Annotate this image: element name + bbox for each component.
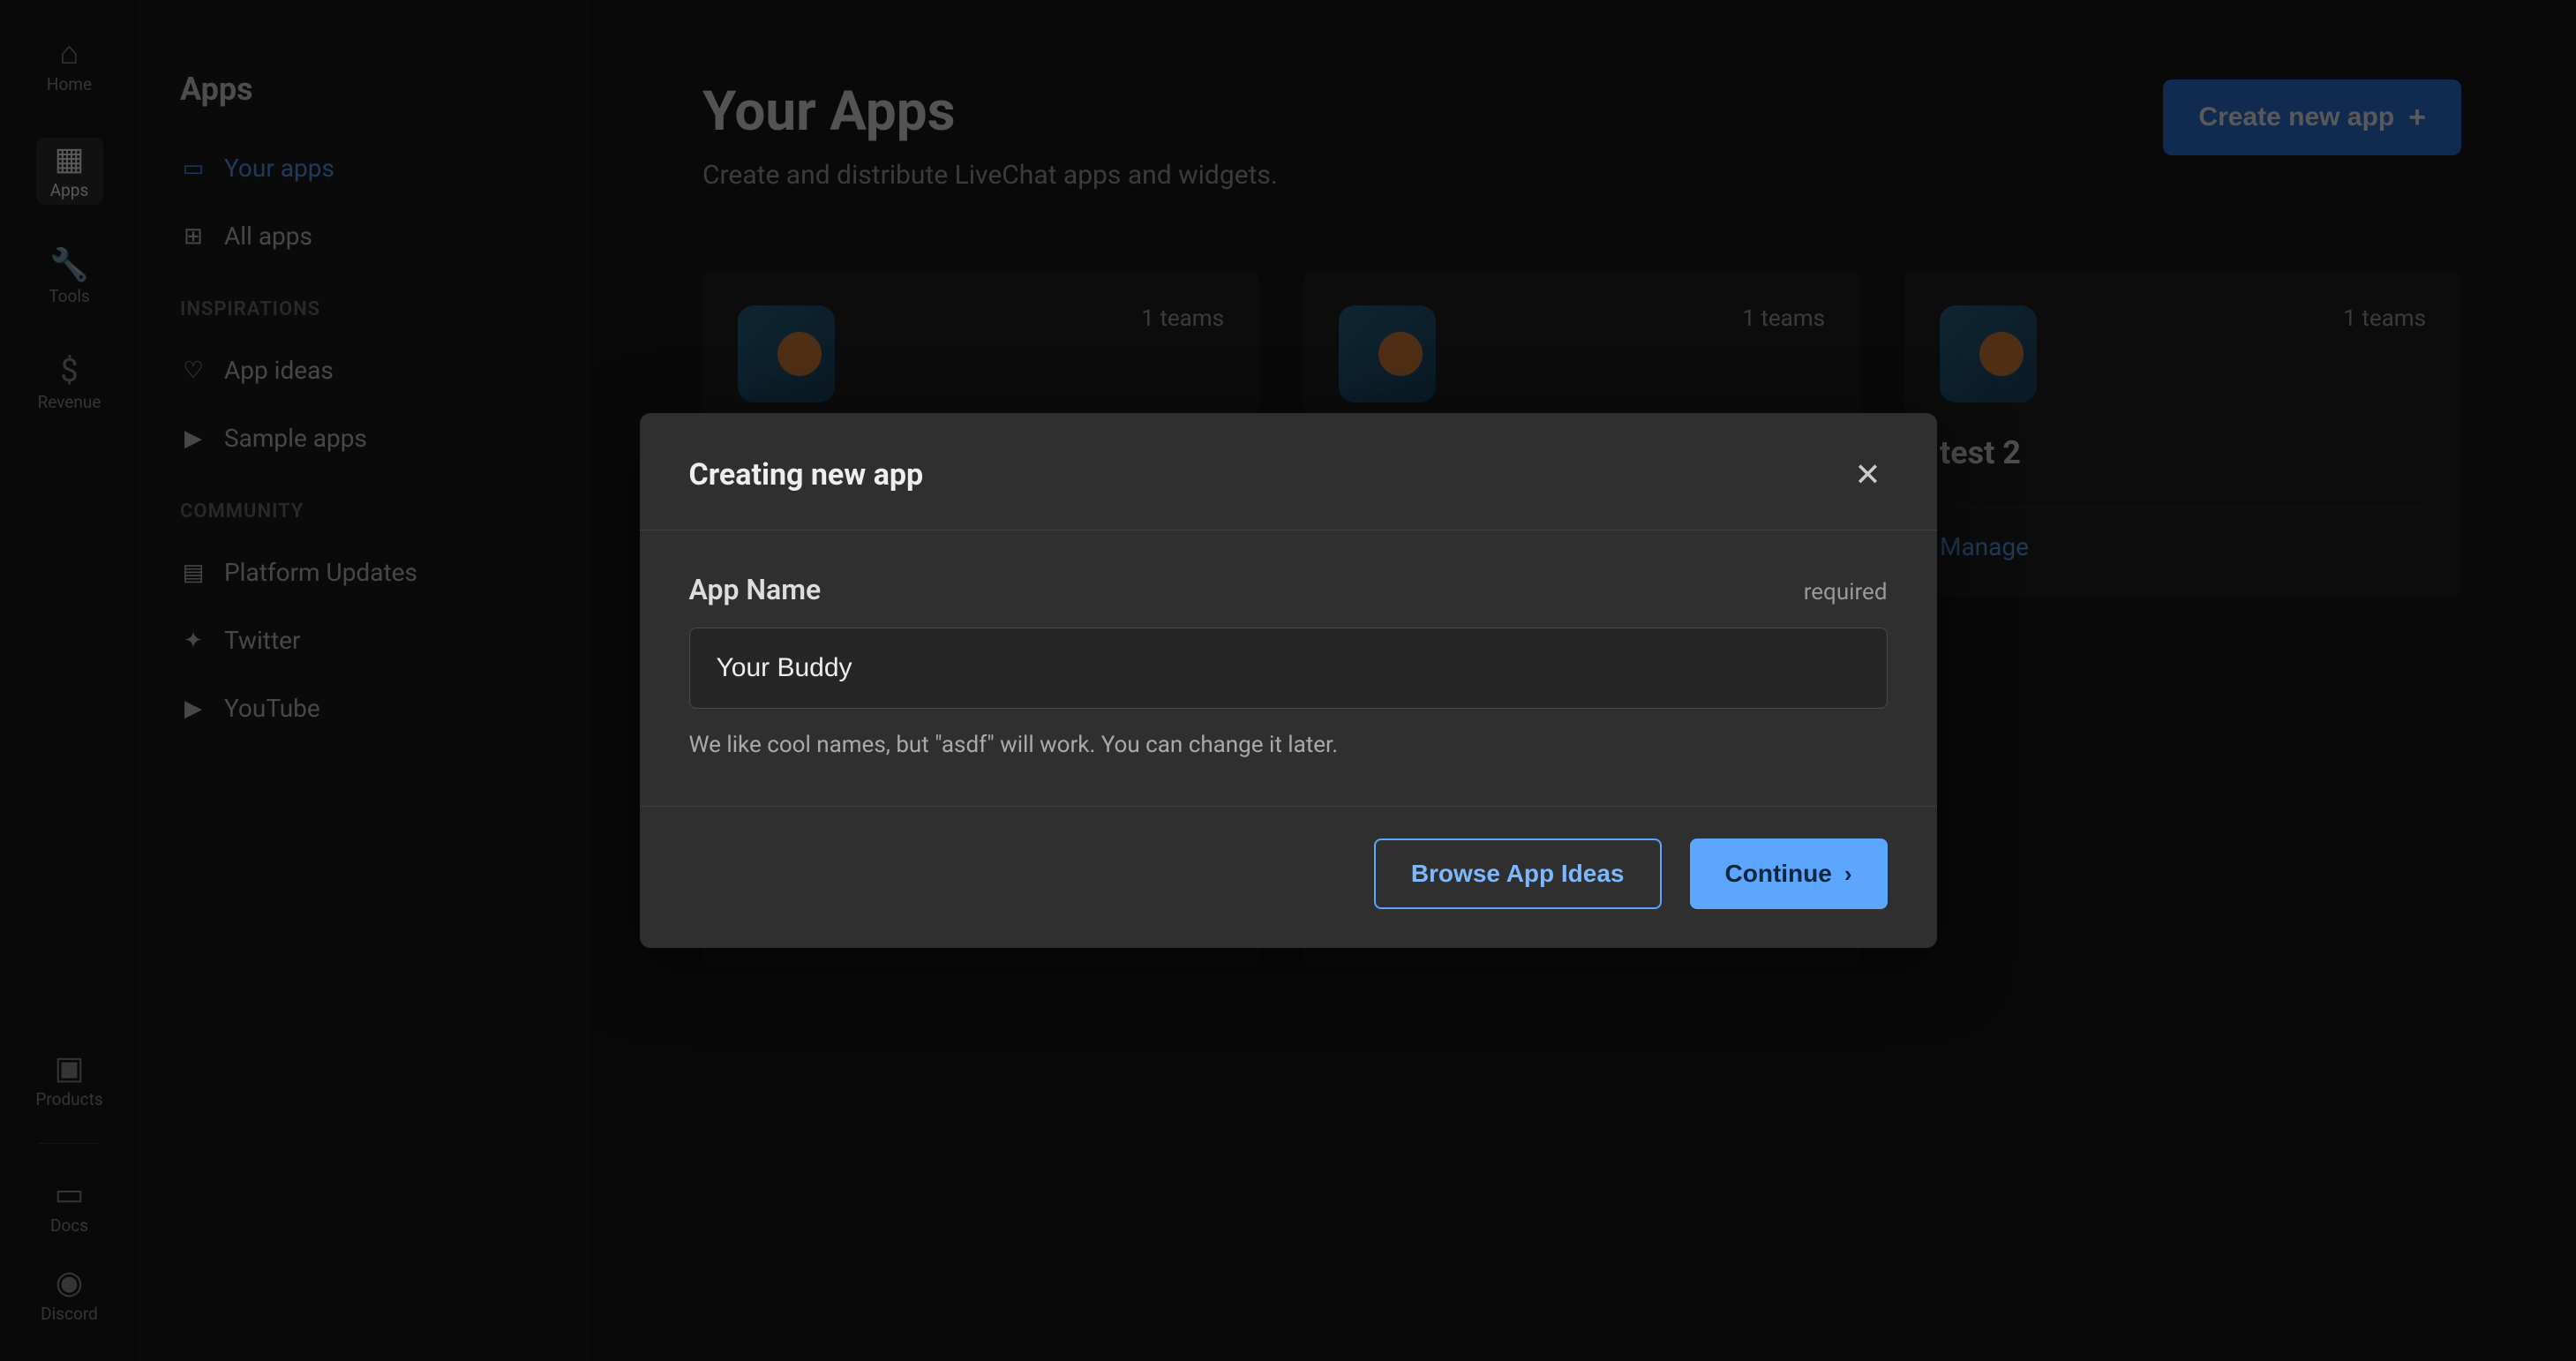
modal-overlay: Creating new app ✕ App Name required We …	[0, 0, 2576, 1361]
create-app-modal: Creating new app ✕ App Name required We …	[640, 413, 1937, 948]
close-icon: ✕	[1854, 456, 1881, 493]
required-indicator: required	[1804, 579, 1888, 605]
field-label-app-name: App Name	[689, 573, 822, 606]
modal-title: Creating new app	[689, 457, 924, 493]
button-label: Continue	[1725, 860, 1832, 888]
close-button[interactable]: ✕	[1849, 455, 1888, 494]
button-label: Browse App Ideas	[1411, 860, 1625, 887]
browse-app-ideas-button[interactable]: Browse App Ideas	[1374, 838, 1662, 909]
field-hint: We like cool names, but "asdf" will work…	[689, 732, 1888, 758]
chevron-right-icon: ›	[1844, 861, 1852, 888]
continue-button[interactable]: Continue ›	[1690, 838, 1888, 909]
app-name-input[interactable]	[689, 628, 1888, 709]
